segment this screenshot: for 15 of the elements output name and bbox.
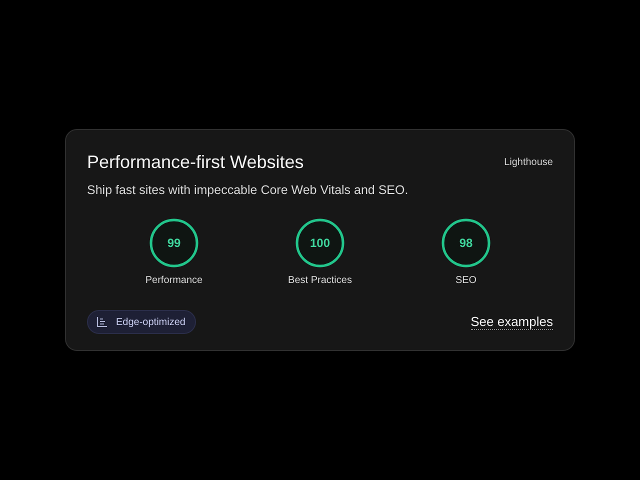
score-gauge (148, 217, 200, 269)
score-label: SEO (455, 275, 477, 286)
score-label: Best Practices (288, 275, 352, 286)
score-label: Performance (145, 275, 203, 286)
card-subtitle: Ship fast sites with impeccable Core Web Vitals and SEO. (87, 183, 410, 197)
source-label: Lighthouse (504, 157, 553, 168)
score-gauge (294, 217, 346, 269)
chart-icon (96, 316, 108, 328)
card-title: Performance-first Websites (87, 152, 304, 173)
score-gauge (440, 217, 492, 269)
score-value: 100 (310, 236, 330, 250)
see-examples-link[interactable]: See examples (470, 314, 553, 330)
score-value: 98 (459, 236, 473, 250)
badge-label: Edge-optimized (116, 316, 186, 328)
score-value: 99 (167, 236, 181, 250)
